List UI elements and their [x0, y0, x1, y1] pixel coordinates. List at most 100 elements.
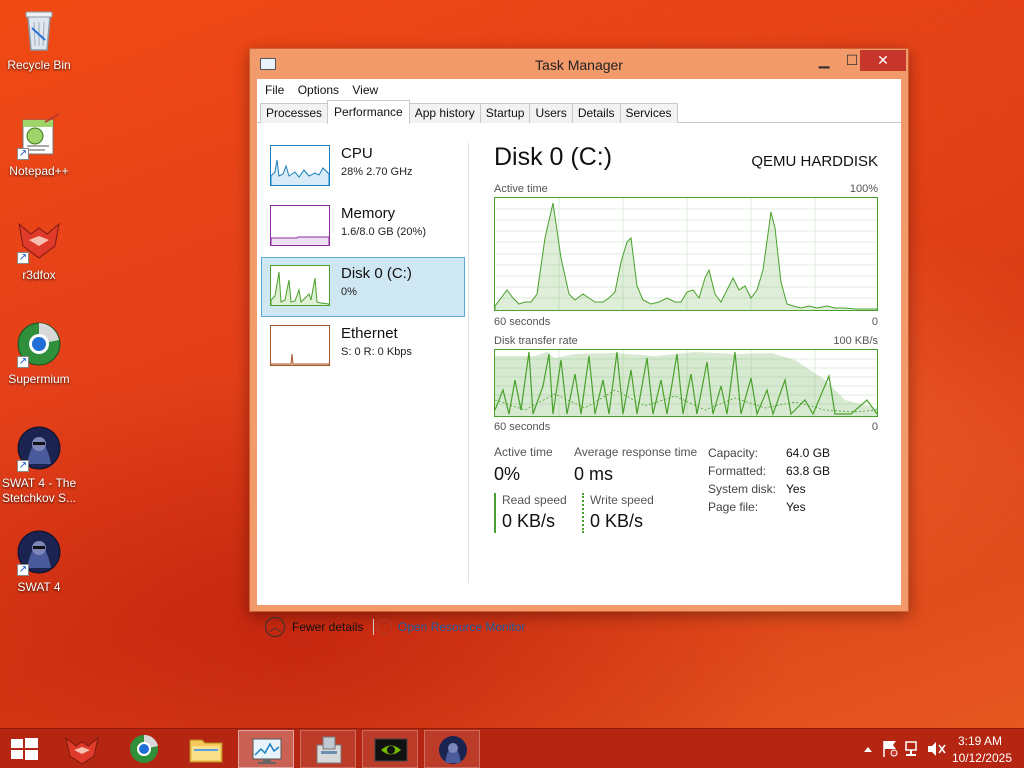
tab-users[interactable]: Users [529, 103, 573, 123]
taskbar-task-manager[interactable] [238, 730, 294, 768]
sidebar-item-subtext: 0% [341, 286, 357, 298]
taskbar-file-explorer[interactable] [178, 730, 234, 768]
r3dfox-icon [65, 736, 99, 765]
sidebar-item-disk0[interactable]: Disk 0 (C:) 0% [261, 257, 465, 317]
sidebar-item-name: CPU [341, 145, 373, 162]
write-speed-indicator [582, 493, 584, 533]
title-bar[interactable]: Task Manager ▁ ☐ ✕ [250, 49, 908, 79]
task-manager-icon [252, 738, 282, 764]
desktop-icon-label: SWAT 4 [17, 580, 61, 594]
formatted-value: 63.8 GB [786, 464, 831, 478]
r3dfox-icon: ↗ [15, 216, 63, 264]
transfer-rate-graph-xlabel: 60 seconds [494, 421, 551, 433]
close-button[interactable]: ✕ [860, 50, 906, 71]
transfer-rate-graph [494, 349, 878, 417]
installer-icon [316, 736, 342, 764]
volume-muted-icon [928, 742, 946, 756]
swat4-icon [439, 736, 467, 764]
tab-processes[interactable]: Processes [260, 103, 329, 123]
cpu-thumbnail-graph [270, 145, 330, 186]
taskbar-supermium[interactable] [116, 730, 172, 768]
tray-icons [864, 741, 946, 757]
system-disk-label: System disk: [708, 482, 777, 496]
taskbar-swat4[interactable] [424, 730, 480, 768]
menu-options[interactable]: Options [298, 79, 339, 101]
clock-time[interactable]: 3:19 AM [958, 734, 1002, 748]
desktop-icon-r3dfox[interactable]: ↗ r3dfox [0, 216, 78, 283]
taskbar-installer[interactable] [300, 730, 356, 768]
ethernet-thumbnail-graph [270, 325, 330, 366]
shortcut-arrow-icon: ↗ [17, 252, 29, 264]
desktop-icon-notepad-plus-plus[interactable]: ↗ Notepad++ [0, 112, 78, 179]
sidebar-item-subtext: 1.6/8.0 GB (20%) [341, 226, 426, 238]
transfer-rate-graph-min: 0 [871, 421, 878, 433]
tab-services[interactable]: Services [619, 103, 678, 123]
network-icon [905, 741, 917, 756]
desktop-icon-label: SWAT 4 - The Stetchkov S... [1, 476, 77, 505]
sidebar-item-ethernet[interactable]: Ethernet S: 0 R: 0 Kbps [261, 317, 465, 377]
active-time-graph-max: 100% [849, 183, 878, 195]
desktop-icon-label: Supermium [8, 372, 70, 386]
desktop-icon-swat4[interactable]: ↗ SWAT 4 [0, 528, 78, 595]
supermium-icon [130, 734, 158, 763]
fewer-details-link[interactable]: Fewer details [292, 620, 363, 634]
shortcut-arrow-icon: ↗ [17, 460, 29, 472]
swat4-icon: ↗ [15, 528, 63, 576]
open-resource-monitor-link[interactable]: Open Resource Monitor [398, 620, 525, 634]
formatted-label: Formatted: [708, 464, 767, 478]
page-file-value: Yes [786, 500, 806, 514]
taskbar-nvidia[interactable] [362, 730, 418, 768]
sidebar-divider [468, 143, 469, 583]
chevron-up-icon[interactable]: ︿ [265, 617, 285, 637]
active-time-graph-label: Active time [494, 183, 548, 195]
active-time-graph-min: 0 [871, 316, 878, 328]
taskbar-r3dfox[interactable] [54, 730, 110, 768]
sidebar-item-memory[interactable]: Memory 1.6/8.0 GB (20%) [261, 197, 465, 257]
capacity-value: 64.0 GB [786, 446, 831, 460]
disk-thumbnail-graph [270, 265, 330, 306]
sidebar-item-subtext: 28% 2.70 GHz [341, 166, 413, 178]
tab-performance[interactable]: Performance [327, 100, 410, 124]
active-time-graph [494, 197, 878, 311]
transfer-rate-graph-label: Disk transfer rate [494, 335, 578, 347]
menu-file[interactable]: File [265, 79, 284, 101]
tab-startup[interactable]: Startup [479, 103, 531, 123]
sidebar-item-cpu[interactable]: CPU 28% 2.70 GHz [261, 137, 465, 197]
notepad-plus-plus-icon: ↗ [15, 112, 63, 160]
sidebar-item-name: Disk 0 (C:) [341, 265, 412, 282]
show-hidden-icons-icon [864, 747, 872, 752]
tab-details[interactable]: Details [571, 103, 621, 123]
taskbar: 3:19 AM 10/12/2025 [0, 728, 1024, 768]
clock-date[interactable]: 10/12/2025 [952, 751, 1012, 765]
desktop-icon-supermium[interactable]: ↗ Supermium [0, 320, 78, 387]
sidebar-item-name: Memory [341, 205, 396, 222]
active-time-stat-value: 0% [494, 464, 521, 484]
write-speed-value: 0 KB/s [590, 511, 644, 531]
shortcut-arrow-icon: ↗ [17, 356, 29, 368]
shortcut-arrow-icon: ↗ [17, 564, 29, 576]
tab-app-history[interactable]: App history [408, 103, 481, 123]
start-button[interactable] [0, 730, 48, 768]
desktop-icon-recycle-bin[interactable]: Recycle Bin [0, 6, 78, 73]
desktop-icon-label: r3dfox [22, 268, 56, 282]
page-file-label: Page file: [708, 500, 759, 514]
transfer-rate-graph-max: 100 KB/s [833, 335, 878, 347]
system-tray: 3:19 AM 10/12/2025 [834, 729, 1024, 768]
performance-sidebar: CPU 28% 2.70 GHz Memory 1.6/8.0 GB (20%) [261, 133, 469, 603]
write-speed-label: Write speed [590, 493, 654, 507]
disk-model: QEMU HARDDISK [751, 153, 878, 170]
menu-view[interactable]: View [352, 79, 378, 101]
memory-thumbnail-graph [270, 205, 330, 246]
minimize-button[interactable]: ▁ [810, 50, 838, 71]
read-speed-value: 0 KB/s [502, 511, 556, 531]
active-time-graph-xlabel: 60 seconds [494, 316, 551, 328]
supermium-icon: ↗ [15, 320, 63, 368]
action-center-flag-icon [883, 741, 898, 757]
disk-detail-panel: Disk 0 (C:) QEMU HARDDISK Active time 10… [494, 133, 878, 603]
desktop-icon-label: Notepad++ [9, 164, 69, 178]
swat4-icon: ↗ [15, 424, 63, 472]
footer-separator [373, 619, 374, 635]
desktop-icon-swat4-stetchkov[interactable]: ↗ SWAT 4 - The Stetchkov S... [0, 424, 78, 506]
avg-response-stat-value: 0 ms [574, 464, 614, 484]
task-manager-window[interactable]: Task Manager ▁ ☐ ✕ File Options View Pro… [249, 48, 909, 637]
